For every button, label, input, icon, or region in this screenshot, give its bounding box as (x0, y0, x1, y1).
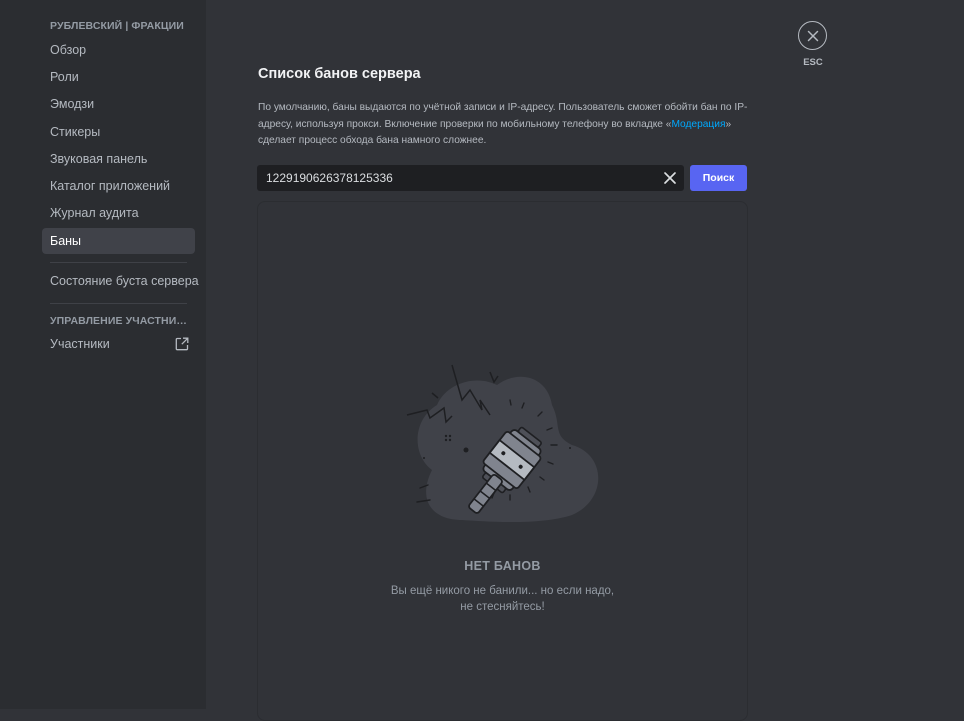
sidebar-item-overview[interactable]: Обзор (42, 37, 195, 63)
sidebar-divider (50, 303, 187, 304)
sidebar-item-roles[interactable]: Роли (42, 64, 195, 90)
settings-sidebar: РУБЛЕВСКИЙ | ФРАКЦИИ Обзор Роли Эмодзи С… (0, 0, 206, 709)
external-link-icon (175, 337, 189, 351)
ban-search-box (257, 165, 684, 191)
server-section-header: РУБЛЕВСКИЙ | ФРАКЦИИ (50, 20, 184, 32)
sidebar-item-app-directory[interactable]: Каталог приложений (42, 173, 195, 199)
close-icon (807, 30, 818, 41)
sidebar-divider (50, 262, 187, 263)
bans-description: По умолчанию, баны выдаются по учётной з… (258, 100, 748, 150)
members-section-header: УПРАВЛЕНИЕ УЧАСТНИКАМИ (50, 315, 190, 327)
sidebar-item-bans[interactable]: Баны (42, 228, 195, 254)
ban-hammer-illustration (406, 364, 599, 523)
search-button[interactable]: Поиск (690, 165, 747, 191)
ban-search-input[interactable] (257, 165, 652, 191)
empty-state-line-2: не стесняйтесь! (460, 601, 545, 613)
sidebar-item-stickers[interactable]: Стикеры (42, 119, 195, 145)
sidebar-item-label: Участники (50, 337, 110, 351)
page-title: Список банов сервера (258, 66, 421, 82)
moderation-link[interactable]: Модерация (671, 119, 725, 130)
sidebar-item-soundboard[interactable]: Звуковая панель (42, 146, 195, 172)
empty-state-title: НЕТ БАНОВ (464, 559, 541, 573)
esc-label: ESC (803, 57, 823, 68)
sidebar-item-audit-log[interactable]: Журнал аудита (42, 200, 195, 226)
close-settings[interactable]: ESC (798, 21, 828, 68)
empty-state-text: Вы ещё никого не банили... но если надо,… (257, 583, 748, 615)
sidebar-item-emoji[interactable]: Эмодзи (42, 91, 195, 117)
sidebar-item-members[interactable]: Участники (42, 331, 195, 357)
close-button[interactable] (798, 21, 827, 50)
empty-state-line-1: Вы ещё никого не банили... но если надо, (390, 585, 615, 597)
sidebar-item-server-boost[interactable]: Состояние буста сервера (42, 268, 199, 294)
clear-search-icon[interactable] (663, 171, 677, 185)
